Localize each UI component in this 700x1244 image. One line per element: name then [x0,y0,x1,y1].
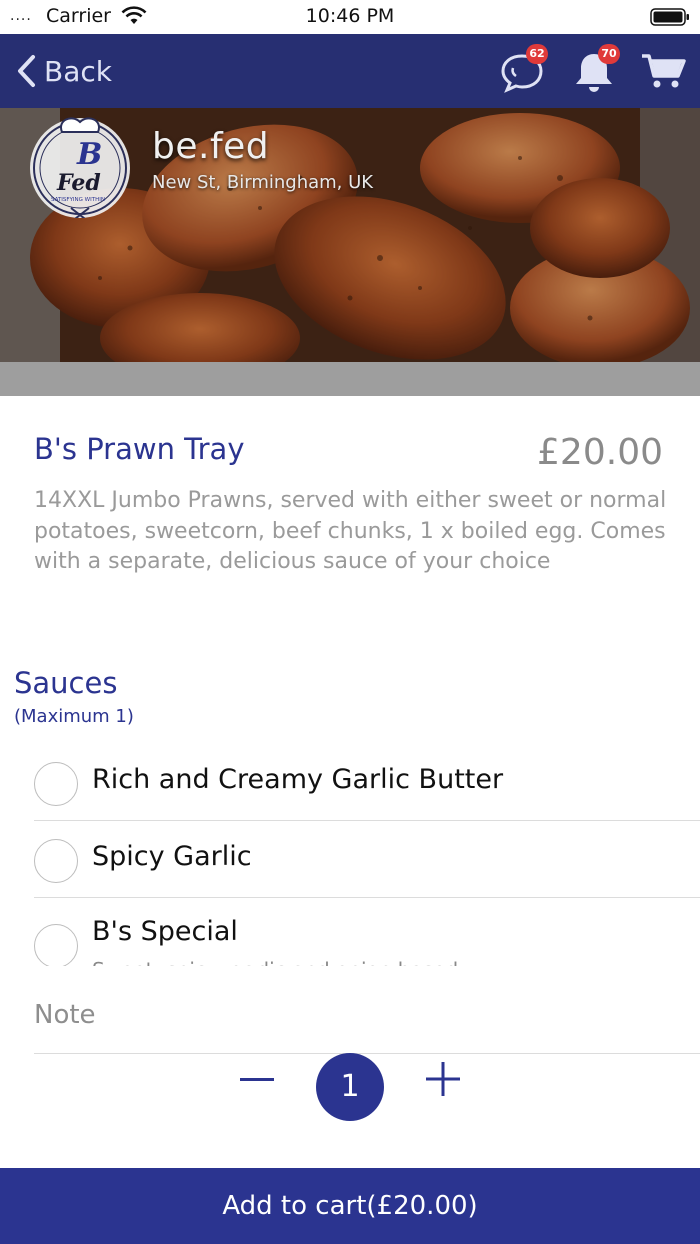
option-label: B's Special [92,916,238,947]
radio-button[interactable] [34,762,78,806]
back-button[interactable]: Back [16,52,112,90]
svg-text:Fed: Fed [56,170,101,196]
svg-text:SATISFYING WITHIN: SATISFYING WITHIN [51,197,105,203]
quantity-value: 1 [316,1053,384,1121]
chat-badge: 62 [526,44,548,64]
back-label: Back [44,54,112,88]
radio-button[interactable] [34,839,78,883]
option-label: Rich and Creamy Garlic Butter [92,764,504,795]
chat-button[interactable]: 62 [498,44,548,94]
clock: 10:46 PM [305,5,395,27]
battery-icon [650,7,690,27]
notification-badge: 70 [598,44,620,64]
restaurant-logo: B Fed SATISFYING WITHIN [27,112,133,223]
item-description: 14XXL Jumbo Prawns, served with either s… [34,488,667,574]
option-description: Sweet, spicy, garlic and onion based [92,958,458,966]
chevron-left-icon [18,55,35,87]
restaurant-name: be.fed [152,126,270,167]
decrease-quantity-button[interactable] [236,1060,278,1100]
sauce-option-bs-special[interactable]: B's Special Sweet, spicy, garlic and oni… [34,898,700,966]
svg-text:B: B [76,137,102,172]
item-price: £20.00 [537,432,663,473]
radio-button[interactable] [34,924,78,966]
notifications-button[interactable]: 70 [570,44,620,94]
nav-bar: Back 62 70 [0,34,700,108]
restaurant-address: New St, Birmingham, UK [152,172,374,193]
increase-quantity-button[interactable] [422,1058,464,1100]
cart-button[interactable] [640,48,688,94]
option-label: Spicy Garlic [92,841,252,872]
status-bar: .... Carrier 10:46 PM [0,0,700,34]
sauces-heading: Sauces [14,666,118,700]
sauces-limit: (Maximum 1) [14,706,134,727]
sauce-option-garlic-butter[interactable]: Rich and Creamy Garlic Butter [34,744,700,821]
item-title: B's Prawn Tray [34,432,245,466]
sauce-options-list: Rich and Creamy Garlic Butter Spicy Garl… [34,744,700,966]
hero-divider [0,362,700,396]
cart-icon [642,54,686,88]
add-to-cart-button[interactable]: Add to cart(£20.00) [0,1168,700,1244]
sauce-option-spicy-garlic[interactable]: Spicy Garlic [34,821,700,898]
minus-icon [240,1078,274,1081]
plus-icon [426,1062,460,1096]
note-input[interactable] [34,990,700,1054]
